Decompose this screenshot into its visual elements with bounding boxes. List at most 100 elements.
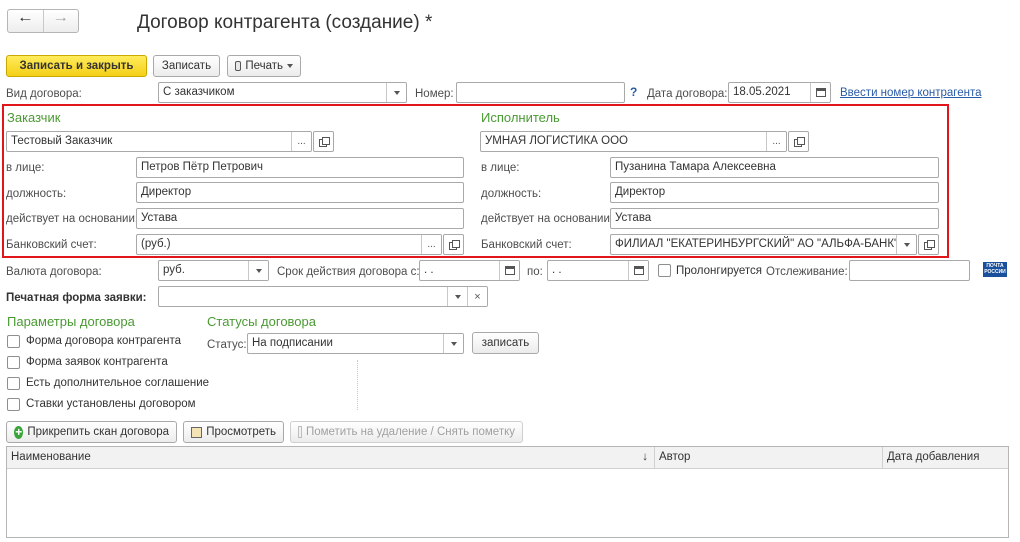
print-label: Печать: [245, 60, 283, 72]
customer-person-value: Петров Пётр Петрович: [141, 161, 264, 173]
executor-open-button[interactable]: [788, 131, 809, 152]
customer-open-button[interactable]: [313, 131, 334, 152]
executor-basis-label: действует на основании:: [481, 213, 614, 225]
param-checkbox-1[interactable]: [7, 356, 20, 369]
param-checkbox-2[interactable]: [7, 377, 20, 390]
param-label-0: Форма договора контрагента: [26, 335, 182, 347]
chevron-down-icon[interactable]: [386, 83, 406, 102]
save-button[interactable]: Записать: [153, 55, 220, 77]
executor-basis-input[interactable]: Устава: [610, 208, 939, 229]
more-icon[interactable]: ...: [421, 235, 441, 254]
back-button[interactable]: 🠀: [8, 10, 44, 32]
calendar-icon[interactable]: [810, 83, 830, 102]
number-label: Номер:: [415, 88, 454, 100]
open-icon: [793, 137, 805, 147]
param-label-2: Есть дополнительное соглашение: [26, 377, 210, 389]
column-header-date[interactable]: Дата добавления: [883, 447, 1008, 469]
period-to-label: по:: [527, 266, 543, 278]
executor-position-input[interactable]: Директор: [610, 182, 939, 203]
customer-name-input[interactable]: Тестовый Заказчик ...: [6, 131, 312, 152]
contract-type-select[interactable]: С заказчиком: [158, 82, 407, 103]
contract-date-value: 18.05.2021: [733, 86, 791, 98]
more-icon[interactable]: ...: [291, 132, 311, 151]
table-header: Наименование ↓ Автор Дата добавления: [7, 447, 1008, 469]
param-checkbox-3[interactable]: [7, 398, 20, 411]
statuses-section-title: Статусы договора: [207, 314, 317, 329]
attachments-table[interactable]: Наименование ↓ Автор Дата добавления: [6, 446, 1009, 538]
column-name-label: Наименование: [11, 451, 91, 463]
number-input[interactable]: [456, 82, 625, 103]
print-form-select[interactable]: ×: [158, 286, 488, 307]
executor-person-value: Пузанина Тамара Алексеевна: [615, 161, 776, 173]
prolong-label: Пролонгируется: [676, 265, 763, 277]
period-to-input[interactable]: . .: [547, 260, 649, 281]
delete-mark-icon: [298, 426, 302, 438]
executor-bank-open-button[interactable]: [918, 234, 939, 255]
period-from-label: Срок действия договора с:: [277, 266, 420, 278]
mark-delete-button[interactable]: Пометить на удаление / Снять пометку: [290, 421, 523, 443]
column-header-name[interactable]: Наименование ↓: [7, 447, 655, 469]
more-icon[interactable]: ...: [766, 132, 786, 151]
executor-name-value: УМНАЯ ЛОГИСТИКА ООО: [485, 135, 628, 147]
plus-circle-icon: +: [14, 424, 24, 439]
prolong-checkbox[interactable]: [658, 264, 671, 277]
contract-type-value: С заказчиком: [163, 86, 235, 98]
period-to-value: . .: [552, 264, 562, 276]
period-from-input[interactable]: . .: [419, 260, 520, 281]
customer-basis-input[interactable]: Устава: [136, 208, 464, 229]
printer-icon: [235, 61, 242, 71]
arrow-right-icon: 🠂: [55, 11, 67, 27]
post-logo-line2: РОССИИ: [984, 269, 1006, 275]
executor-person-input[interactable]: Пузанина Тамара Алексеевна: [610, 157, 939, 178]
currency-select[interactable]: руб.: [158, 260, 269, 281]
print-form-label: Печатная форма заявки:: [6, 292, 147, 304]
attach-scan-label: Прикрепить скан договора: [27, 426, 169, 438]
status-label: Статус:: [207, 339, 247, 351]
chevron-down-icon[interactable]: [447, 287, 467, 306]
page-title: Договор контрагента (создание) *: [137, 12, 433, 33]
customer-person-input[interactable]: Петров Пётр Петрович: [136, 157, 464, 178]
chevron-down-icon[interactable]: [248, 261, 268, 280]
view-button[interactable]: Просмотреть: [183, 421, 284, 443]
column-author-label: Автор: [659, 451, 691, 463]
clear-icon[interactable]: ×: [467, 287, 487, 306]
customer-person-label: в лице:: [6, 162, 45, 174]
customer-position-value: Директор: [141, 186, 192, 198]
customer-bank-open-button[interactable]: [443, 234, 464, 255]
print-button[interactable]: Печать: [227, 55, 301, 77]
param-checkbox-0[interactable]: [7, 335, 20, 348]
chevron-down-icon[interactable]: [443, 334, 463, 353]
customer-basis-value: Устава: [141, 212, 178, 224]
params-section-title: Параметры договора: [7, 314, 135, 329]
open-icon: [318, 137, 330, 147]
enter-counterparty-number-link[interactable]: Ввести номер контрагента: [840, 87, 982, 99]
executor-bank-value: ФИЛИАЛ "ЕКАТЕРИНБУРГСКИЙ" АО "АЛЬФА-БАНК…: [615, 238, 896, 250]
status-select[interactable]: На подписании: [247, 333, 464, 354]
column-header-author[interactable]: Автор: [655, 447, 883, 469]
mark-delete-label: Пометить на удаление / Снять пометку: [305, 426, 515, 438]
calendar-icon[interactable]: [628, 261, 648, 280]
customer-bank-label: Банковский счет:: [6, 239, 97, 251]
calendar-icon[interactable]: [499, 261, 519, 280]
forward-button[interactable]: 🠂: [44, 10, 79, 32]
russian-post-logo[interactable]: ПОЧТА РОССИИ: [983, 262, 1007, 277]
executor-name-input[interactable]: УМНАЯ ЛОГИСТИКА ООО ...: [480, 131, 787, 152]
status-save-button[interactable]: записать: [472, 332, 539, 354]
save-and-close-button[interactable]: Записать и закрыть: [6, 55, 147, 77]
customer-bank-input[interactable]: (руб.) ...: [136, 234, 442, 255]
executor-bank-select[interactable]: ФИЛИАЛ "ЕКАТЕРИНБУРГСКИЙ" АО "АЛЬФА-БАНК…: [610, 234, 917, 255]
customer-position-label: должность:: [6, 188, 67, 200]
contract-date-input[interactable]: 18.05.2021: [728, 82, 831, 103]
chevron-down-icon[interactable]: [896, 235, 916, 254]
customer-position-input[interactable]: Директор: [136, 182, 464, 203]
executor-position-value: Директор: [615, 186, 666, 198]
customer-name-value: Тестовый Заказчик: [11, 135, 113, 147]
open-icon: [923, 240, 935, 250]
currency-value: руб.: [163, 264, 185, 276]
tracking-input[interactable]: [849, 260, 970, 281]
customer-bank-value: (руб.): [141, 238, 171, 250]
attach-scan-button[interactable]: + Прикрепить скан договора: [6, 421, 177, 443]
status-value: На подписании: [252, 337, 333, 349]
customer-section-title: Заказчик: [7, 110, 61, 125]
help-mark[interactable]: ?: [630, 85, 637, 99]
